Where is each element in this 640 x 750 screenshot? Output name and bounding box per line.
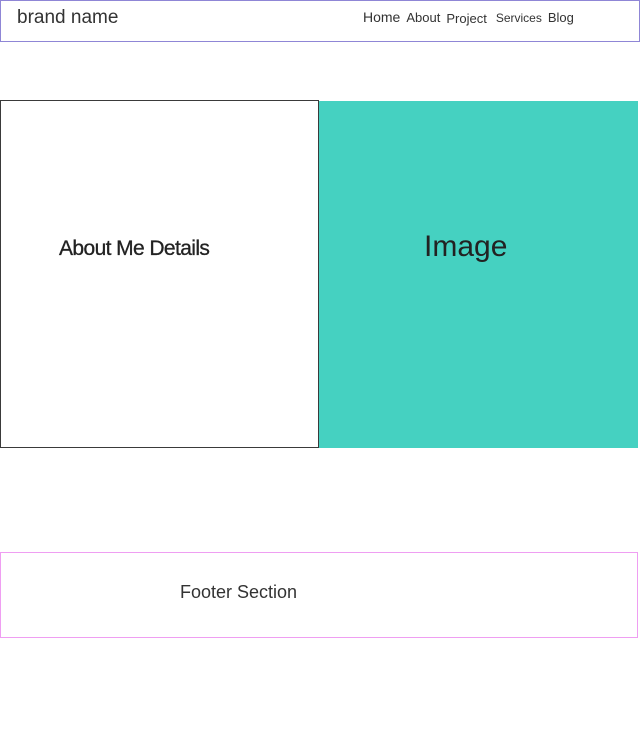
nav-home-link[interactable]: Home bbox=[363, 9, 400, 25]
main-nav: Home About Project Services Blog bbox=[363, 9, 574, 26]
image-placeholder: Image bbox=[319, 101, 638, 448]
image-placeholder-label: Image bbox=[424, 230, 508, 263]
site-footer: Footer Section bbox=[0, 552, 638, 638]
brand-name[interactable]: brand name bbox=[17, 7, 118, 29]
nav-services-link[interactable]: Services bbox=[496, 10, 542, 26]
nav-project-link[interactable]: Project bbox=[446, 11, 486, 27]
page: brand name Home About Project Services B… bbox=[0, 0, 640, 750]
nav-about-link[interactable]: About bbox=[406, 10, 440, 26]
nav-blog-link[interactable]: Blog bbox=[548, 10, 574, 26]
footer-label: Footer Section bbox=[180, 582, 298, 602]
site-header: brand name Home About Project Services B… bbox=[0, 0, 640, 42]
about-me-section: About Me Details bbox=[0, 100, 319, 448]
about-me-heading: About Me Details bbox=[59, 237, 210, 260]
